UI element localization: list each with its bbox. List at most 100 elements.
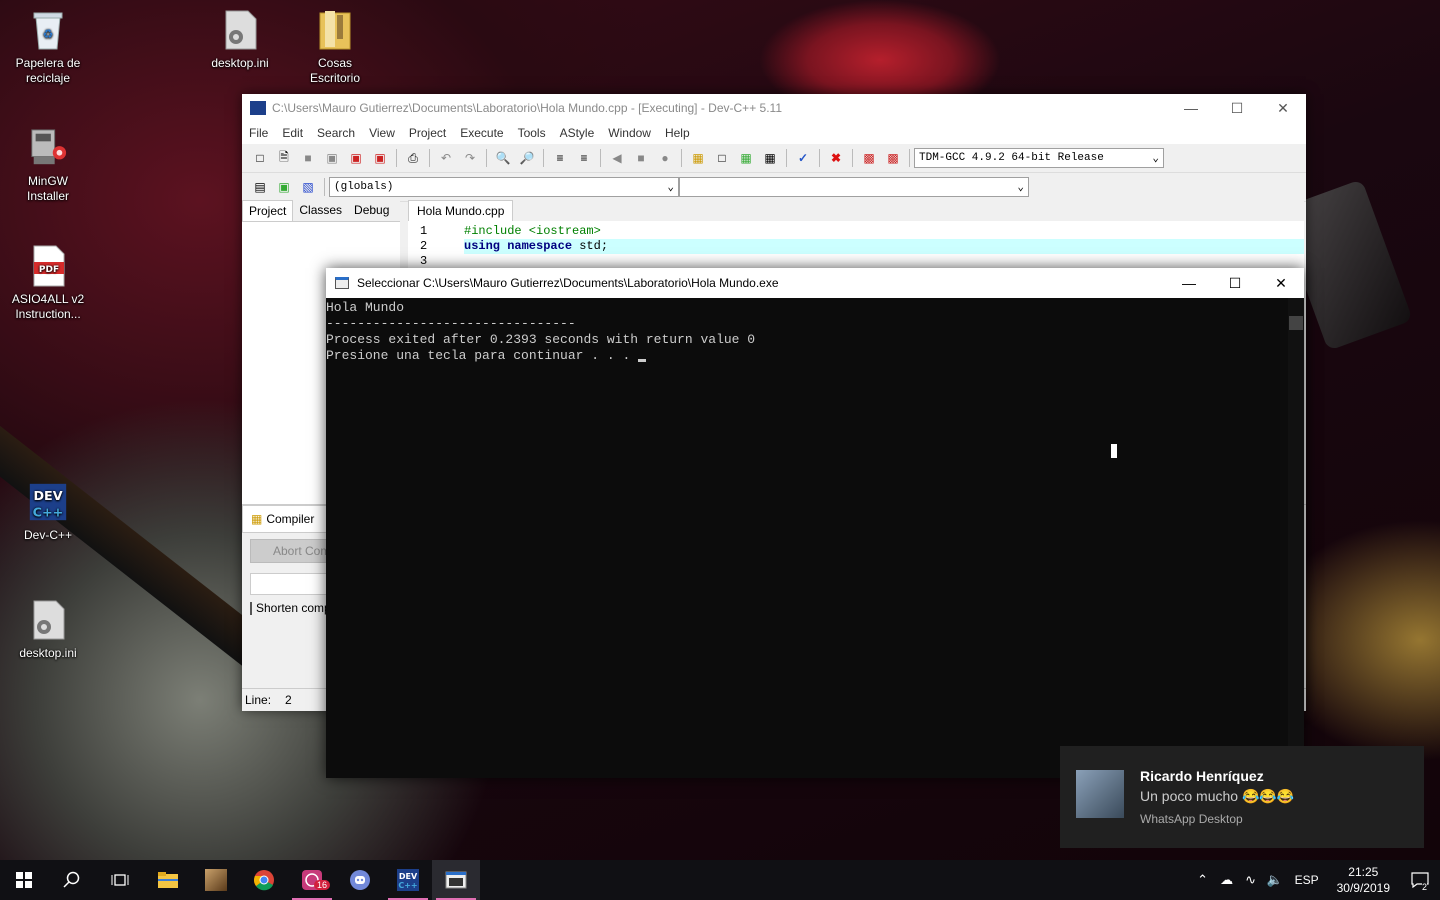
folder-icon xyxy=(315,8,355,52)
chevron-down-icon: ⌄ xyxy=(667,182,674,194)
tab-debug[interactable]: Debug xyxy=(348,200,395,221)
members-select[interactable]: ⌄ xyxy=(679,177,1029,197)
console-maximize-button[interactable]: ☐ xyxy=(1212,269,1258,297)
file-explorer-icon[interactable] xyxy=(144,860,192,900)
undo-icon[interactable]: ↶ xyxy=(436,148,456,168)
desktop-icon-recycle-bin[interactable]: ♻ Papelera de reciclaje xyxy=(8,8,88,86)
save-all-icon[interactable]: ▣ xyxy=(322,148,342,168)
menu-search[interactable]: Search xyxy=(310,126,362,140)
menu-project[interactable]: Project xyxy=(402,126,453,140)
console-app-icon xyxy=(335,277,349,289)
menu-help[interactable]: Help xyxy=(658,126,697,140)
line-number: 3 xyxy=(420,254,428,268)
photo-app-icon[interactable] xyxy=(192,860,240,900)
menu-tools[interactable]: Tools xyxy=(511,126,553,140)
onedrive-icon[interactable]: ☁ xyxy=(1215,860,1239,900)
console-close-button[interactable]: ✕ xyxy=(1258,269,1304,297)
delete-profile-icon[interactable]: ▩ xyxy=(883,148,903,168)
menu-execute[interactable]: Execute xyxy=(453,126,510,140)
toggle-bookmark-icon[interactable]: ▣ xyxy=(274,177,294,197)
globals-select-value: (globals) xyxy=(334,181,394,193)
desktop-icon-desktop-ini[interactable]: desktop.ini xyxy=(200,8,280,71)
desktop-icon-mingw-installer[interactable]: MinGW Installer xyxy=(8,126,88,204)
new-file-icon[interactable]: □ xyxy=(250,148,270,168)
code-editor[interactable]: 1 #include <iostream> 2 using namespace … xyxy=(408,221,1304,269)
profile-icon[interactable]: ▩ xyxy=(859,148,879,168)
menu-astyle[interactable]: AStyle xyxy=(553,126,602,140)
whatsapp-notification[interactable]: Ricardo Henríquez Un poco mucho 😂😂😂 What… xyxy=(1060,746,1424,848)
print-icon[interactable]: ⎙ xyxy=(403,148,423,168)
layout-icon[interactable]: ▦ xyxy=(760,148,780,168)
open-file-icon[interactable]: 🗎 xyxy=(274,148,294,168)
close-button[interactable]: ✕ xyxy=(1260,94,1306,122)
goto-line-icon[interactable]: ● xyxy=(655,148,675,168)
desktop-icon-label: MinGW Installer xyxy=(26,174,70,203)
chevron-up-icon[interactable]: ⌃ xyxy=(1191,860,1215,900)
insert-icon[interactable]: ▤ xyxy=(250,177,270,197)
desktop-icon-cosas-escritorio[interactable]: Cosas Escritorio xyxy=(295,8,375,86)
new-project-icon[interactable]: ▦ xyxy=(688,148,708,168)
save-icon[interactable]: ■ xyxy=(298,148,318,168)
minimize-button[interactable]: — xyxy=(1168,94,1214,122)
devcpp-titlebar[interactable]: C:\Users\Mauro Gutierrez\Documents\Labor… xyxy=(242,94,1306,122)
tab-hola-mundo-cpp[interactable]: Hola Mundo.cpp xyxy=(408,200,514,221)
notification-message: Un poco mucho 😂😂😂 xyxy=(1140,788,1295,804)
project-window-icon[interactable]: □ xyxy=(712,148,732,168)
recycle-bin-icon: ♻ xyxy=(28,8,68,52)
start-icon[interactable] xyxy=(0,860,48,900)
compiler-select[interactable]: TDM-GCC 4.9.2 64-bit Release ⌄ xyxy=(914,148,1164,168)
checkbox-box xyxy=(250,601,252,615)
notification-sender: Ricardo Henríquez xyxy=(1140,768,1264,784)
goto-bookmark-icon[interactable]: ▧ xyxy=(298,177,318,197)
left-tabs: Project Classes Debug xyxy=(242,200,400,222)
action-center-icon[interactable]: 2 xyxy=(1400,860,1440,900)
language-indicator[interactable]: ESP xyxy=(1287,873,1327,887)
svg-text:C++: C++ xyxy=(398,881,417,890)
volume-icon[interactable]: 🔈 xyxy=(1263,860,1287,900)
wifi-icon[interactable]: ∿ xyxy=(1239,860,1263,900)
menu-view[interactable]: View xyxy=(362,126,402,140)
desktop-icon-asio4all-pdf[interactable]: PDF ASIO4ALL v2 Instruction... xyxy=(8,244,88,322)
devcpp-icon[interactable]: DEV C++ xyxy=(384,860,432,900)
chrome-icon[interactable] xyxy=(240,860,288,900)
discord-icon[interactable] xyxy=(336,860,384,900)
find-icon[interactable]: 🔍 xyxy=(493,148,513,168)
maximize-button[interactable]: ☐ xyxy=(1214,94,1260,122)
bookmark-prev-icon[interactable]: ◀ xyxy=(607,148,627,168)
tab-project[interactable]: Project xyxy=(242,200,294,221)
tab-classes[interactable]: Classes xyxy=(293,200,348,221)
stop-execution-icon[interactable]: ✖ xyxy=(826,148,846,168)
status-line-label: Line: xyxy=(245,693,272,707)
menu-file[interactable]: File xyxy=(242,126,275,140)
console-icon[interactable] xyxy=(432,860,480,900)
toolbar-separator xyxy=(909,149,910,167)
whatsapp-icon[interactable]: 16 xyxy=(288,860,336,900)
compiler-tab-label: Compiler xyxy=(266,512,315,526)
unindent-icon[interactable]: ≡ xyxy=(574,148,594,168)
console-titlebar[interactable]: Seleccionar C:\Users\Mauro Gutierrez\Doc… xyxy=(326,268,1304,298)
redo-icon[interactable]: ↷ xyxy=(460,148,480,168)
check-syntax-icon[interactable]: ✓ xyxy=(793,148,813,168)
compiler-select-value: TDM-GCC 4.9.2 64-bit Release xyxy=(919,152,1104,164)
menu-window[interactable]: Window xyxy=(601,126,658,140)
svg-text:PDF: PDF xyxy=(39,265,59,275)
search-icon[interactable] xyxy=(48,860,96,900)
menu-edit[interactable]: Edit xyxy=(275,126,310,140)
console-output[interactable]: Hola Mundo -----------------------------… xyxy=(326,298,1288,778)
console-minimize-button[interactable]: — xyxy=(1166,269,1212,297)
console-scrollbar[interactable] xyxy=(1288,298,1304,778)
settings-file-icon xyxy=(220,8,260,52)
close-all-icon[interactable]: ▣ xyxy=(370,148,390,168)
replace-icon[interactable]: 🔎 xyxy=(517,148,537,168)
indent-icon[interactable]: ≡ xyxy=(550,148,570,168)
class-browser-icon[interactable]: ▦ xyxy=(736,148,756,168)
scrollbar-thumb[interactable] xyxy=(1289,316,1303,330)
close-file-icon[interactable]: ▣ xyxy=(346,148,366,168)
bookmark-next-icon[interactable]: ■ xyxy=(631,148,651,168)
desktop-icon-desktop-ini-2[interactable]: desktop.ini xyxy=(8,598,88,661)
compiler-tab-icon: ▦ xyxy=(251,512,263,526)
task-view-icon[interactable] xyxy=(96,860,144,900)
desktop-icon-devcpp[interactable]: DEV C++ Dev-C++ xyxy=(8,480,88,543)
clock[interactable]: 21:25 30/9/2019 xyxy=(1327,864,1400,896)
globals-select[interactable]: (globals) ⌄ xyxy=(329,177,679,197)
